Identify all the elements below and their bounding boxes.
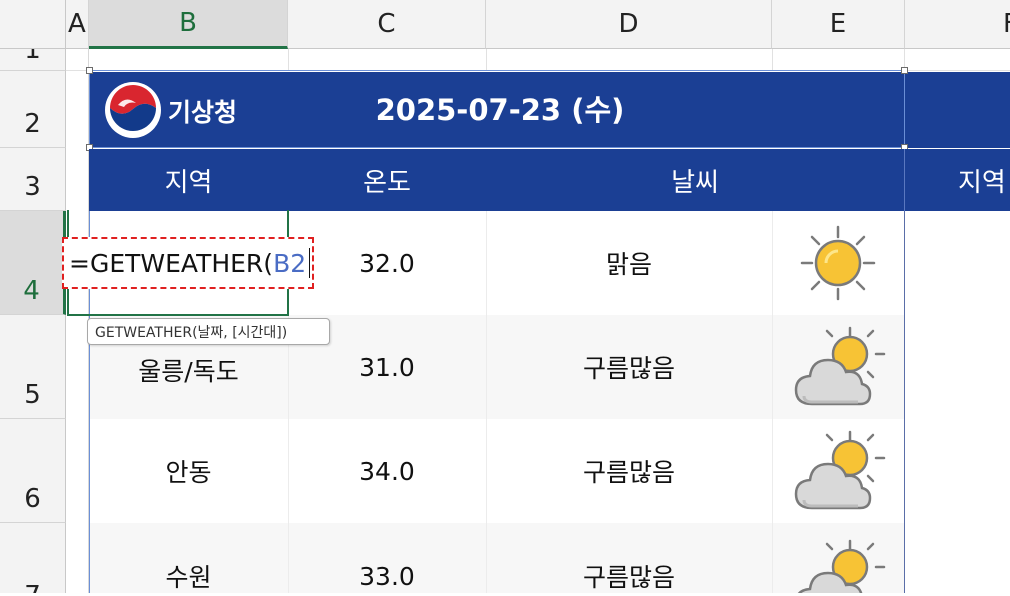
header-weather: 날씨 (671, 167, 719, 198)
column-header-d[interactable]: D (486, 0, 772, 49)
cell-icon[interactable] (772, 523, 904, 593)
gridline (288, 49, 289, 71)
cell-region[interactable]: 안동 (89, 419, 288, 523)
cell-icon[interactable] (772, 211, 904, 315)
cell-weather[interactable]: 맑음 (486, 211, 772, 315)
formula-edit-box[interactable]: =GETWEATHER(B2 (62, 237, 314, 289)
header-temp: 온도 (363, 167, 411, 198)
cell-region[interactable]: 울릉/독도 (89, 335, 288, 405)
cell-icon[interactable] (772, 315, 904, 419)
column-header-c[interactable]: C (288, 0, 486, 49)
partly-cloudy-icon (794, 326, 886, 406)
sun-icon (800, 225, 876, 301)
cell-temp[interactable]: 34.0 (288, 419, 486, 523)
row-header-3[interactable]: 3 (0, 148, 66, 211)
column-header-b[interactable]: B (89, 0, 288, 49)
row-header-1[interactable]: 1 (0, 49, 66, 71)
cell-temp[interactable]: 31.0 (288, 315, 486, 419)
row-header-5[interactable]: 5 (0, 315, 66, 419)
cell-icon[interactable] (772, 419, 904, 523)
cell-region[interactable]: 수원 (89, 556, 288, 596)
row-header-2[interactable]: 2 (0, 71, 66, 148)
cell-weather[interactable]: 구름많음 (486, 556, 772, 596)
cell-weather[interactable]: 구름많음 (486, 315, 772, 419)
cell-weather[interactable]: 구름많음 (486, 419, 772, 523)
resize-handle[interactable] (901, 67, 908, 74)
formula-prefix: =GETWEATHER( (69, 248, 274, 278)
partly-cloudy-icon (794, 430, 886, 510)
text-cursor (309, 248, 311, 278)
cell-temp[interactable]: 33.0 (288, 556, 486, 596)
header-region: 지역 (164, 167, 213, 198)
row-header-6[interactable]: 6 (0, 419, 66, 523)
shape-selection-border[interactable] (89, 70, 905, 148)
row-header-7[interactable]: 7 (0, 523, 66, 593)
column-header-a[interactable]: A (66, 0, 89, 49)
resize-handle[interactable] (86, 67, 93, 74)
row-header-4[interactable]: 4 (0, 211, 66, 315)
partly-cloudy-icon (797, 539, 886, 593)
gridline (772, 49, 773, 71)
gridline (486, 49, 487, 71)
formula-reference: B2 (273, 248, 307, 278)
header-region-next: 지역 (958, 167, 1006, 198)
cell-temp[interactable]: 32.0 (288, 211, 486, 315)
column-header-f[interactable]: F (905, 0, 1010, 49)
header-divider (904, 149, 905, 211)
select-all-corner[interactable] (0, 0, 66, 49)
column-header-e[interactable]: E (772, 0, 905, 49)
